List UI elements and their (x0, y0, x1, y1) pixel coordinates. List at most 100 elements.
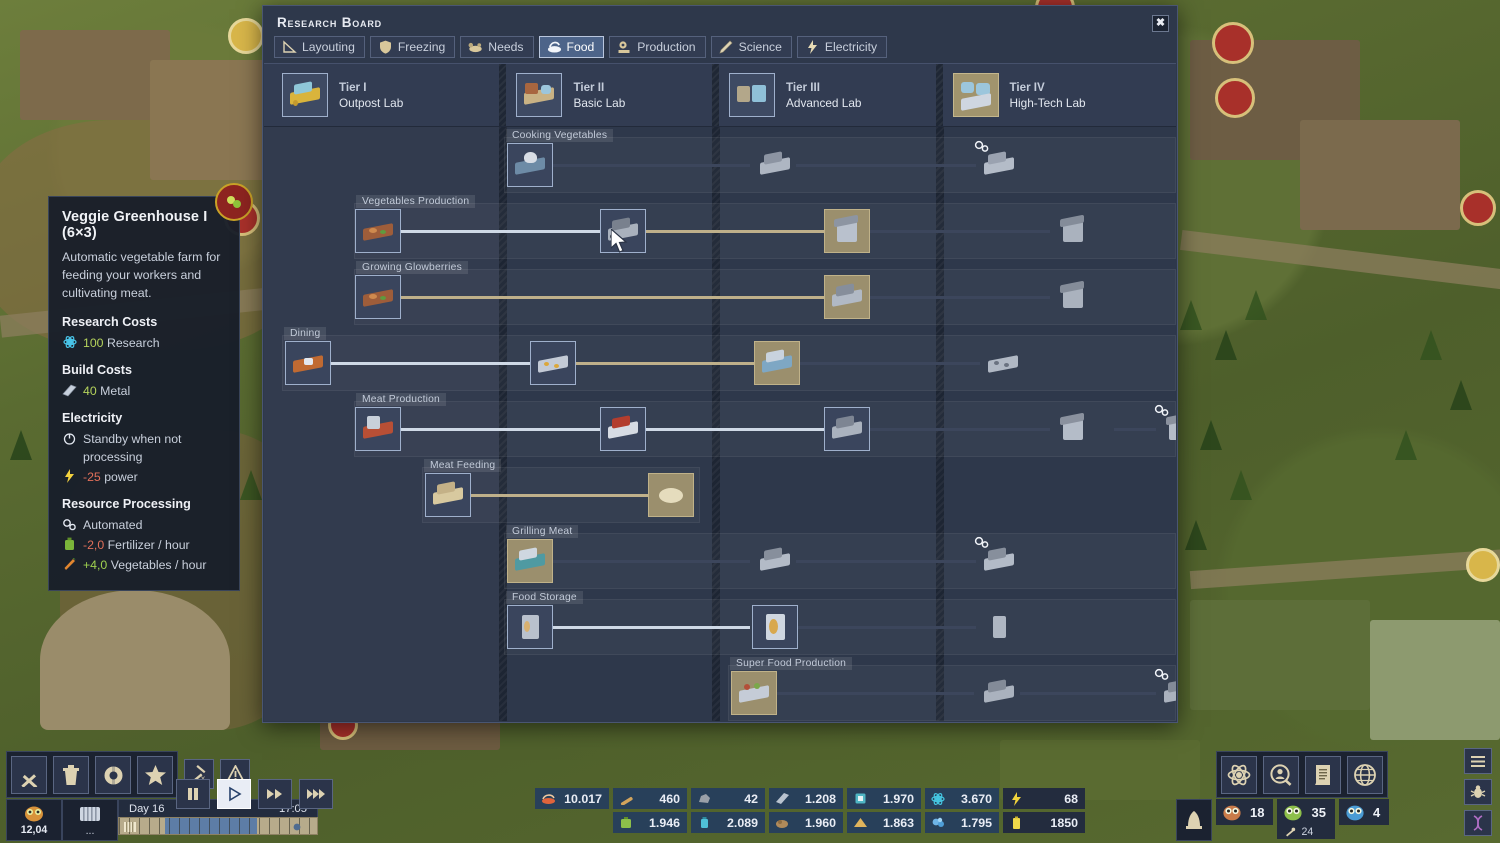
tools-icon[interactable] (11, 756, 47, 794)
research-node[interactable] (976, 605, 1022, 649)
resource-cell-food[interactable]: 10.017 (535, 788, 609, 809)
tier-header-1[interactable]: Tier I Outpost Lab (264, 64, 498, 126)
reports-icon[interactable] (1305, 756, 1341, 794)
tab-production[interactable]: Production (609, 36, 706, 58)
research-node[interactable] (507, 605, 553, 649)
electricity-label: Electricity (62, 411, 123, 425)
resource-cell-metal[interactable]: 1.208 (769, 788, 843, 809)
tab-food[interactable]: Food (538, 36, 605, 58)
research-icon[interactable] (1221, 756, 1257, 794)
star-icon[interactable] (137, 756, 173, 794)
research-node[interactable] (754, 341, 800, 385)
sand-icon (852, 815, 868, 830)
speed-controls (176, 779, 333, 809)
tab-needs[interactable]: Needs (460, 36, 534, 58)
resource-cell-sand[interactable]: 1.863 (847, 812, 921, 833)
research-node[interactable] (648, 473, 694, 517)
research-node[interactable] (355, 407, 401, 451)
fast-forward-icon[interactable] (258, 779, 292, 809)
research-node[interactable] (824, 275, 870, 319)
research-node[interactable] (355, 275, 401, 319)
trash-icon[interactable] (53, 756, 89, 794)
day-night-timeline[interactable] (118, 817, 318, 835)
research-node[interactable] (355, 209, 401, 253)
tier-number: Tier III (786, 80, 820, 94)
tier-header-2[interactable]: Tier II Basic Lab (498, 64, 711, 126)
temperature-panel[interactable]: 12,04 (6, 799, 62, 841)
tab-layouting[interactable]: Layouting (274, 36, 365, 58)
research-node[interactable] (285, 341, 331, 385)
alarm-panel[interactable] (1176, 799, 1212, 841)
storage-value: ... (85, 824, 95, 837)
temperature-value: 12,04 (20, 824, 48, 836)
menu-icon[interactable] (1464, 748, 1492, 774)
fast-forward-3-icon[interactable] (299, 779, 333, 809)
population-children[interactable]: 4 (1338, 799, 1390, 825)
research-node[interactable] (974, 536, 1022, 583)
resource-cell-stone[interactable]: 42 (691, 788, 765, 809)
research-node[interactable] (1154, 404, 1176, 451)
research-node[interactable] (752, 539, 798, 583)
bug-icon[interactable] (1464, 779, 1492, 805)
population-workers[interactable]: 18 (1216, 799, 1274, 825)
pause-icon[interactable] (176, 779, 210, 809)
sun-icon (293, 823, 301, 831)
resource-cell-battery[interactable]: 1850 (1003, 812, 1085, 833)
research-node[interactable] (1050, 407, 1096, 451)
resource-column: 1.970 1.863 (847, 788, 921, 833)
tool-icon (1286, 827, 1296, 837)
hud-bar: x 12,04 ... Day 16 17:05 (0, 747, 1500, 843)
resource-cell-water[interactable]: 2.089 (691, 812, 765, 833)
group-label: Grilling Meat (506, 525, 579, 538)
research-node[interactable] (507, 143, 553, 187)
resource-cell-wood[interactable]: 460 (613, 788, 687, 809)
tier-header-3[interactable]: Tier III Advanced Lab (711, 64, 935, 126)
research-node[interactable] (1154, 668, 1176, 715)
resource-cell-research[interactable]: 3.670 (925, 788, 999, 809)
tier-header-4[interactable]: Tier IV High-Tech Lab (935, 64, 1176, 126)
storage-panel[interactable]: ... (62, 799, 118, 841)
resource-cell-power[interactable]: 68 (1003, 788, 1085, 809)
mood-face-icon (25, 806, 43, 822)
resource-cell-fertilizer[interactable]: 1.946 (613, 812, 687, 833)
building-marker-icon (124, 822, 136, 832)
resource-cell-component[interactable]: 1.970 (847, 788, 921, 809)
research-node[interactable] (425, 473, 471, 517)
research-tree-canvas[interactable]: Cooking Vegetables Vegetables Production (264, 127, 1176, 721)
power-value: -25 (83, 470, 101, 484)
research-node[interactable] (824, 407, 870, 451)
alarm-icon (1186, 811, 1202, 829)
play-icon[interactable] (217, 779, 251, 809)
research-node[interactable] (752, 143, 798, 187)
dna-icon[interactable] (1464, 810, 1492, 836)
research-node[interactable] (752, 605, 798, 649)
resource-cell-coal[interactable]: 1.960 (769, 812, 843, 833)
globe-icon[interactable] (1347, 756, 1383, 794)
standby-power-icon (62, 430, 77, 446)
research-cost-value: 100 (83, 336, 104, 350)
research-node[interactable] (976, 671, 1022, 715)
tier-number: Tier II (573, 80, 605, 94)
close-icon[interactable]: ✖ (1152, 15, 1169, 32)
gear-icon[interactable] (95, 756, 131, 794)
tab-science[interactable]: Science (710, 36, 792, 58)
research-node[interactable] (731, 671, 777, 715)
research-node[interactable] (980, 341, 1026, 385)
research-node[interactable] (507, 539, 553, 583)
resource-cell-crystal[interactable]: 1.795 (925, 812, 999, 833)
population-citizens[interactable]: 35 (1277, 799, 1335, 825)
fertilizer-icon (618, 815, 634, 830)
tab-freezing[interactable]: Freezing (369, 36, 456, 58)
resource-value: 1.970 (882, 791, 914, 806)
research-node[interactable] (824, 209, 870, 253)
automated-gears-icon (62, 516, 77, 532)
research-node[interactable] (1050, 275, 1096, 319)
tier-lab-name: Outpost Lab (339, 95, 404, 110)
population-search-icon[interactable] (1263, 756, 1299, 794)
research-node[interactable] (530, 341, 576, 385)
research-node[interactable] (600, 407, 646, 451)
tab-electricity[interactable]: Electricity (796, 36, 888, 58)
resource-column: 10.017 (535, 788, 609, 833)
research-node[interactable] (974, 140, 1022, 187)
research-node[interactable] (1050, 209, 1096, 253)
